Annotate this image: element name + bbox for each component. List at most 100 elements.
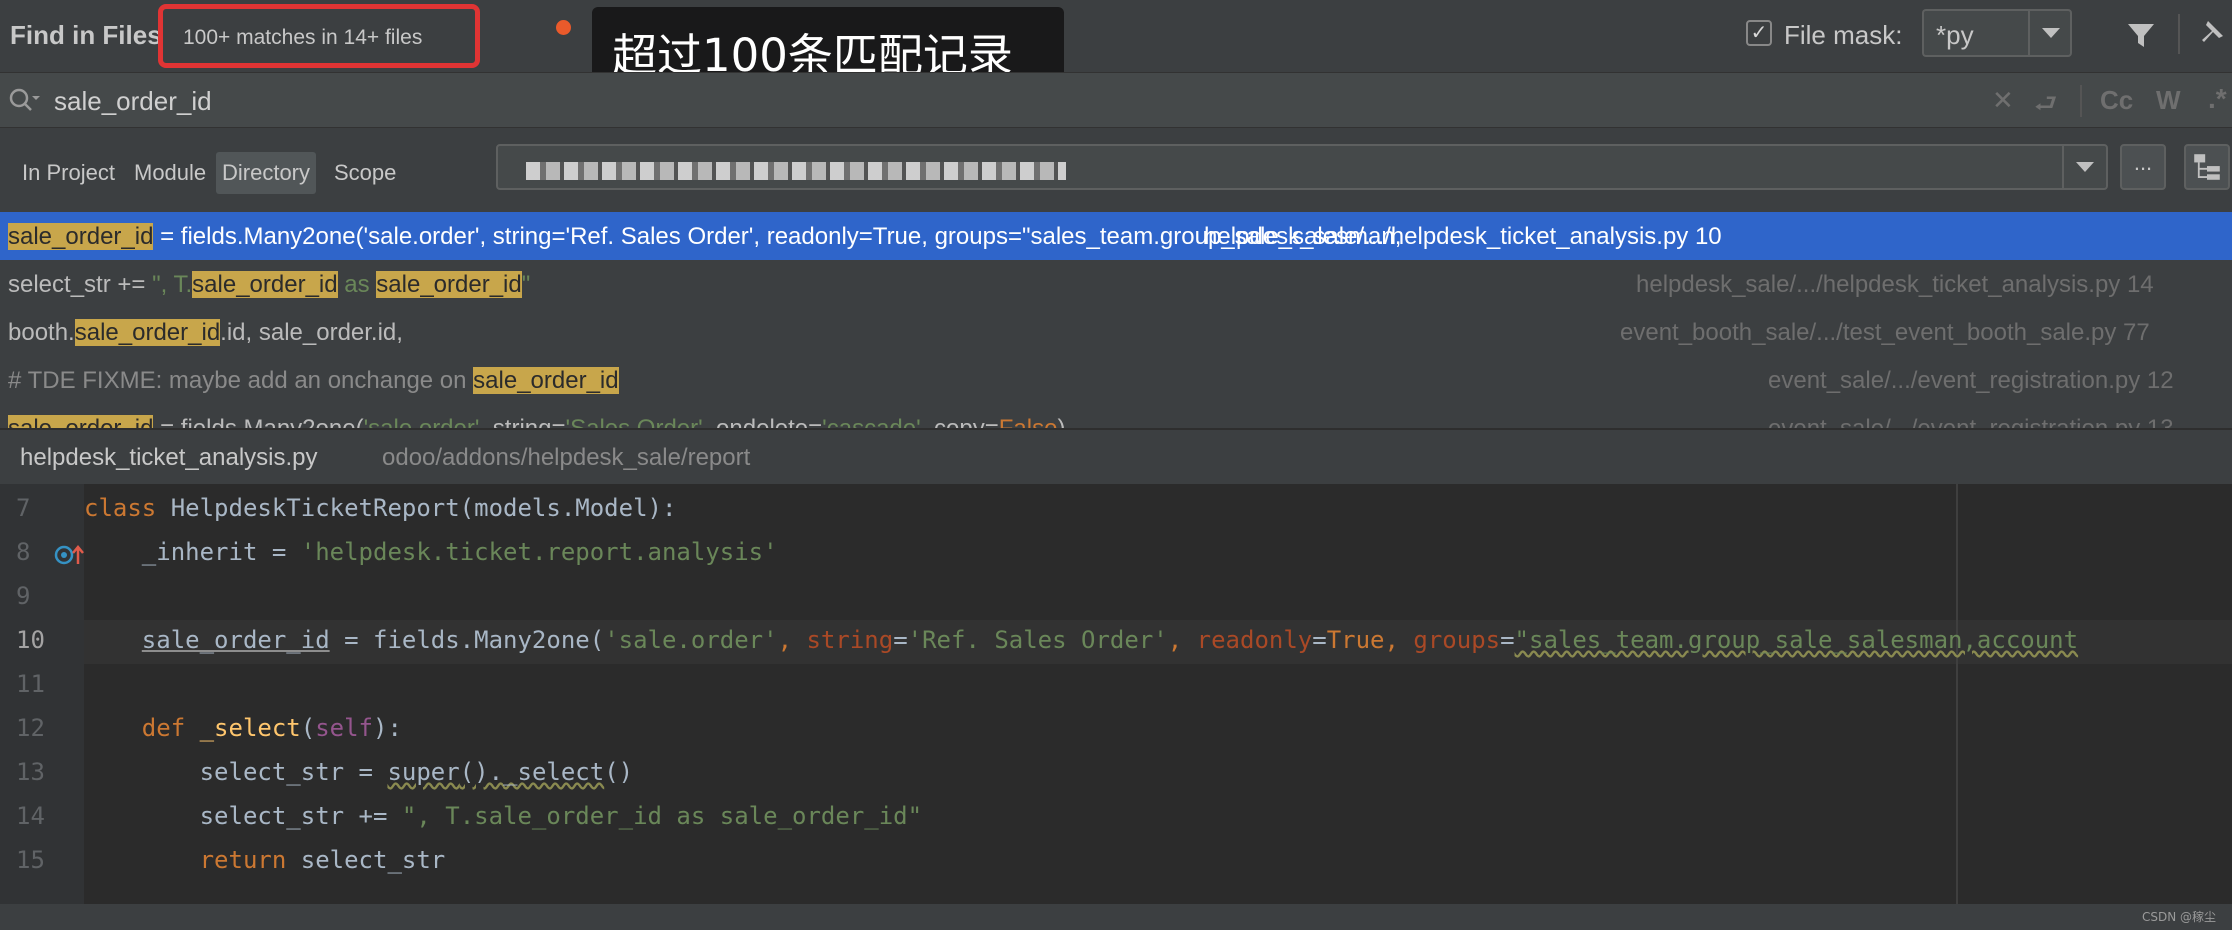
annotation-tooltip: 超过100条匹配记录 — [592, 7, 1064, 82]
result-path: helpdesk_sale/.../helpdesk_ticket_analys… — [1204, 223, 1722, 250]
result-code-text: booth. — [8, 319, 75, 346]
result-code-text: as — [337, 271, 377, 298]
dialog-footer: CSDN @稼尘 — [0, 904, 2232, 930]
result-code: sale_order_id = fields.Many2one('sale.or… — [8, 223, 1401, 251]
search-row: sale_order_id ✕ ⮐ Cc W .* — [0, 72, 2232, 128]
override-gutter-icon[interactable] — [54, 544, 84, 566]
match-highlight: sale_order_id — [376, 271, 522, 298]
result-row[interactable]: sale_order_id = fields.Many2one('sale.or… — [0, 404, 2232, 428]
code-token: (). — [459, 758, 504, 786]
code-token: , — [777, 626, 807, 654]
directory-dropdown[interactable] — [2062, 144, 2108, 190]
tab-directory[interactable]: Directory — [216, 152, 317, 194]
match-highlight: sale_order_id — [192, 271, 338, 298]
function-name-token: _select — [185, 714, 301, 742]
preview-header: helpdesk_ticket_analysis.py odoo/addons/… — [0, 428, 2232, 484]
result-code-text: ", T. — [152, 271, 193, 298]
keyword-token: def — [84, 714, 186, 742]
search-input[interactable]: sale_order_id — [54, 86, 212, 117]
tab-module[interactable]: Module — [128, 152, 212, 194]
code-token: ( — [300, 714, 316, 742]
tab-in-project[interactable]: In Project — [16, 152, 121, 194]
match-highlight: sale_order_id — [8, 223, 154, 250]
result-path: event_sale/.../event_registration.py 13 — [1768, 415, 2174, 428]
code-token: _inherit = — [84, 538, 301, 566]
result-row[interactable]: booth.sale_order_id.id, sale_order.id, e… — [0, 308, 2232, 356]
result-row[interactable]: select_str += ", T.sale_order_id as sale… — [0, 260, 2232, 308]
result-row[interactable]: sale_order_id = fields.Many2one('sale.or… — [0, 212, 2232, 260]
kwarg-token: groups — [1413, 626, 1501, 654]
code-token: select_str = — [84, 758, 388, 786]
tab-scope[interactable]: Scope — [328, 152, 402, 194]
preview-filename: helpdesk_ticket_analysis.py — [20, 444, 318, 471]
chevron-down-icon — [2042, 28, 2060, 38]
preview-path: odoo/addons/helpdesk_sale/report — [382, 444, 751, 471]
file-mask-dropdown[interactable] — [2028, 9, 2072, 57]
line-number: 14 — [16, 802, 45, 830]
self-token: self — [315, 714, 373, 742]
search-match-token: sale_order_id — [141, 626, 330, 654]
result-code-text: " — [521, 271, 531, 298]
code-token: _select — [503, 758, 605, 786]
line-number: 11 — [16, 670, 45, 698]
result-code-text: # TDE FIXME: maybe add an onchange on — [8, 367, 474, 394]
code-line-13: select_str = super()._select() — [84, 758, 634, 786]
result-code-text: , copy= — [921, 415, 999, 428]
result-code: booth.sale_order_id.id, sale_order.id, — [8, 319, 403, 347]
match-count-annotation-box: 100+ matches in 14+ files — [158, 4, 480, 68]
code-token: HelpdeskTicketReport(models.Model): — [156, 494, 677, 522]
line-number: 9 — [16, 582, 31, 610]
line-number: 8 — [16, 538, 31, 566]
result-code-text: 'cascade' — [822, 415, 921, 428]
regex-toggle[interactable]: .* — [2208, 83, 2227, 115]
code-token: = — [1312, 626, 1327, 654]
keyword-token: class — [84, 494, 157, 522]
result-code-text: False — [999, 415, 1058, 428]
result-row[interactable]: # TDE FIXME: maybe add an onchange on sa… — [0, 356, 2232, 404]
result-code-text: , string= — [479, 415, 565, 428]
code-token: = fields.Many2one( — [329, 626, 605, 654]
code-token: super — [387, 758, 460, 786]
code-token: select_str += — [84, 802, 402, 830]
file-mask-input[interactable]: *py — [1922, 9, 2030, 57]
code-token: = — [893, 626, 908, 654]
match-count: 100+ matches in 14+ files — [183, 26, 423, 49]
result-code: select_str += ", T.sale_order_id as sale… — [8, 271, 530, 299]
search-icon[interactable] — [8, 87, 40, 115]
string-token: 'Ref. Sales Order' — [907, 626, 1168, 654]
scope-row: In Project Module Directory Scope ... — [0, 128, 2232, 212]
code-token: , — [1384, 626, 1414, 654]
result-path: event_sale/.../event_registration.py 12 — [1768, 367, 2174, 394]
new-line-icon[interactable]: ⮐ — [2034, 85, 2057, 129]
code-preview-editor[interactable]: 7 8 9 10 11 12 13 14 15 class HelpdeskTi… — [0, 484, 2232, 904]
search-options-divider — [2080, 85, 2082, 117]
keyword-token: True — [1326, 626, 1385, 654]
result-code-text: select_str += — [8, 271, 153, 298]
file-mask-checkbox[interactable]: ✓ — [1746, 20, 1772, 46]
string-token: ", T.sale_order_id as sale_order_id" — [401, 802, 923, 830]
line-number: 12 — [16, 714, 45, 742]
directory-path-field[interactable] — [496, 144, 2064, 190]
match-case-toggle[interactable]: Cc — [2100, 85, 2133, 116]
match-highlight: sale_order_id — [74, 319, 221, 346]
watermark: CSDN @稼尘 — [2141, 910, 2216, 924]
blurred-directory-path — [526, 162, 1066, 180]
filter-icon[interactable] — [2126, 20, 2156, 50]
results-list: sale_order_id = fields.Many2one('sale.or… — [0, 212, 2232, 428]
whole-words-toggle[interactable]: W — [2156, 85, 2181, 116]
browse-button[interactable]: ... — [2120, 144, 2166, 190]
pin-icon[interactable] — [2196, 18, 2226, 48]
string-token: 'helpdesk.ticket.report.analysis' — [300, 538, 778, 566]
code-token: select_str — [286, 846, 446, 874]
clear-icon[interactable]: ✕ — [1992, 85, 2014, 116]
string-token: 'sale.order' — [604, 626, 778, 654]
toolbar-divider — [2178, 14, 2180, 54]
recursive-tree-icon[interactable] — [2184, 144, 2230, 190]
code-token: () — [604, 758, 634, 786]
code-line-7: class HelpdeskTicketReport(models.Model)… — [84, 494, 676, 522]
annotation-dot — [556, 20, 571, 35]
code-line-15: return select_str — [84, 846, 446, 874]
result-code-text: .id, sale_order.id, — [220, 319, 403, 346]
code-line-8: _inherit = 'helpdesk.ticket.report.analy… — [84, 538, 778, 566]
